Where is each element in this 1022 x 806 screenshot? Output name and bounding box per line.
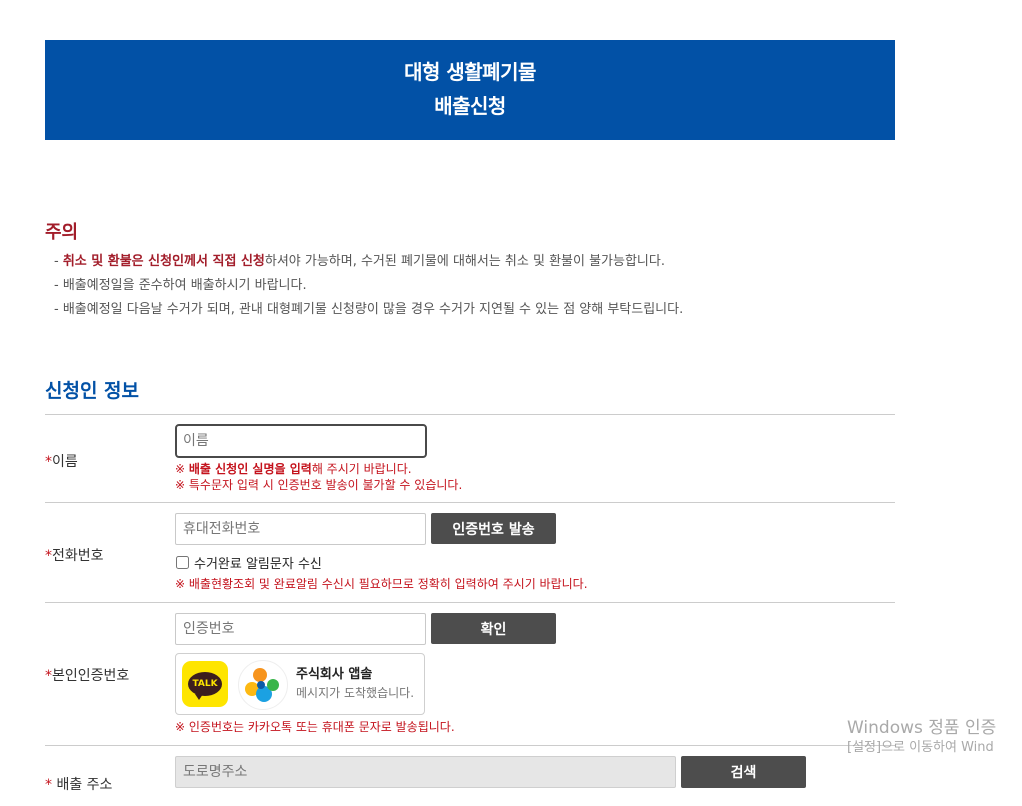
address-search-button[interactable]: 검색 [681,756,806,788]
phone-note: ※ 배출현황조회 및 완료알림 수신시 필요하므로 정확히 입력하여 주시기 바… [175,577,588,591]
banner-title-line2: 배출신청 [434,94,506,118]
verify-note: ※ 인증번호는 카카오톡 또는 휴대폰 문자로 발송됩니다. [175,720,455,734]
notice-title: 주의 [45,222,79,243]
page-banner: 대형 생활폐기물 배출신청 [45,40,895,140]
phone-input[interactable] [175,513,426,545]
road-address-input[interactable] [175,756,676,788]
applicant-section-title: 신청인 정보 [45,380,140,402]
verify-code-input[interactable] [175,613,426,645]
notice-item: - 취소 및 환불은 신청인께서 직접 신청하셔야 가능하며, 수거된 폐기물에… [54,254,665,269]
notice-list: - 취소 및 환불은 신청인께서 직접 신청하셔야 가능하며, 수거된 폐기물에… [54,250,683,322]
name-label: *이름 [45,454,78,470]
windows-activation-watermark: Windows 정품 인증 [설정]으로 이동하여 Wind [847,718,997,755]
notice-item: - 배출예정일을 준수하여 배출하시기 바랍니다. [54,278,307,293]
notice-emphasis: 취소 및 환불은 신청인께서 직접 신청 [62,254,265,269]
card-message: 메시지가 도착했습니다. [296,686,415,700]
name-note-2: ※ 특수문자 입력 시 인증번호 발송이 불가할 수 있습니다. [175,478,463,492]
name-input[interactable] [175,424,427,458]
verify-row: *본인인증번호 확인 TALK 주식회사 앱솔 메시지가 도착했습니다. ※ 인… [45,603,895,746]
notice-item: - 배출예정일 다음날 수거가 되며, 관내 대형폐기물 신청량이 많을 경우 … [54,302,684,317]
send-code-button[interactable]: 인증번호 발송 [431,513,556,544]
card-sender: 주식회사 앱솔 [296,667,373,682]
phone-row: *전화번호 인증번호 발송 수거완료 알림문자 수신 ※ 배출현황조회 및 완료… [45,503,895,603]
sms-notify-checkbox-row[interactable]: 수거완료 알림문자 수신 [175,553,322,572]
kakao-message-card: TALK 주식회사 앱솔 메시지가 도착했습니다. [175,653,425,715]
address-row: * 배출 주소 검색 [45,746,895,806]
sms-notify-label: 수거완료 알림문자 수신 [194,557,322,572]
name-row: *이름 ※ 배출 신청인 실명을 입력해 주시기 바랍니다. ※ 특수문자 입력… [45,415,895,503]
confirm-button[interactable]: 확인 [431,613,556,644]
name-note-1: ※ 배출 신청인 실명을 입력해 주시기 바랍니다. [175,462,412,476]
applicant-form: *이름 ※ 배출 신청인 실명을 입력해 주시기 바랍니다. ※ 특수문자 입력… [45,414,895,806]
app-logo-icon [238,660,288,710]
banner-title-line1: 대형 생활폐기물 [404,60,536,84]
kakaotalk-icon: TALK [182,661,228,707]
verify-label: *본인인증번호 [45,668,130,684]
address-label: * 배출 주소 [45,777,113,793]
sms-notify-checkbox[interactable] [176,556,189,569]
phone-label: *전화번호 [45,548,104,564]
